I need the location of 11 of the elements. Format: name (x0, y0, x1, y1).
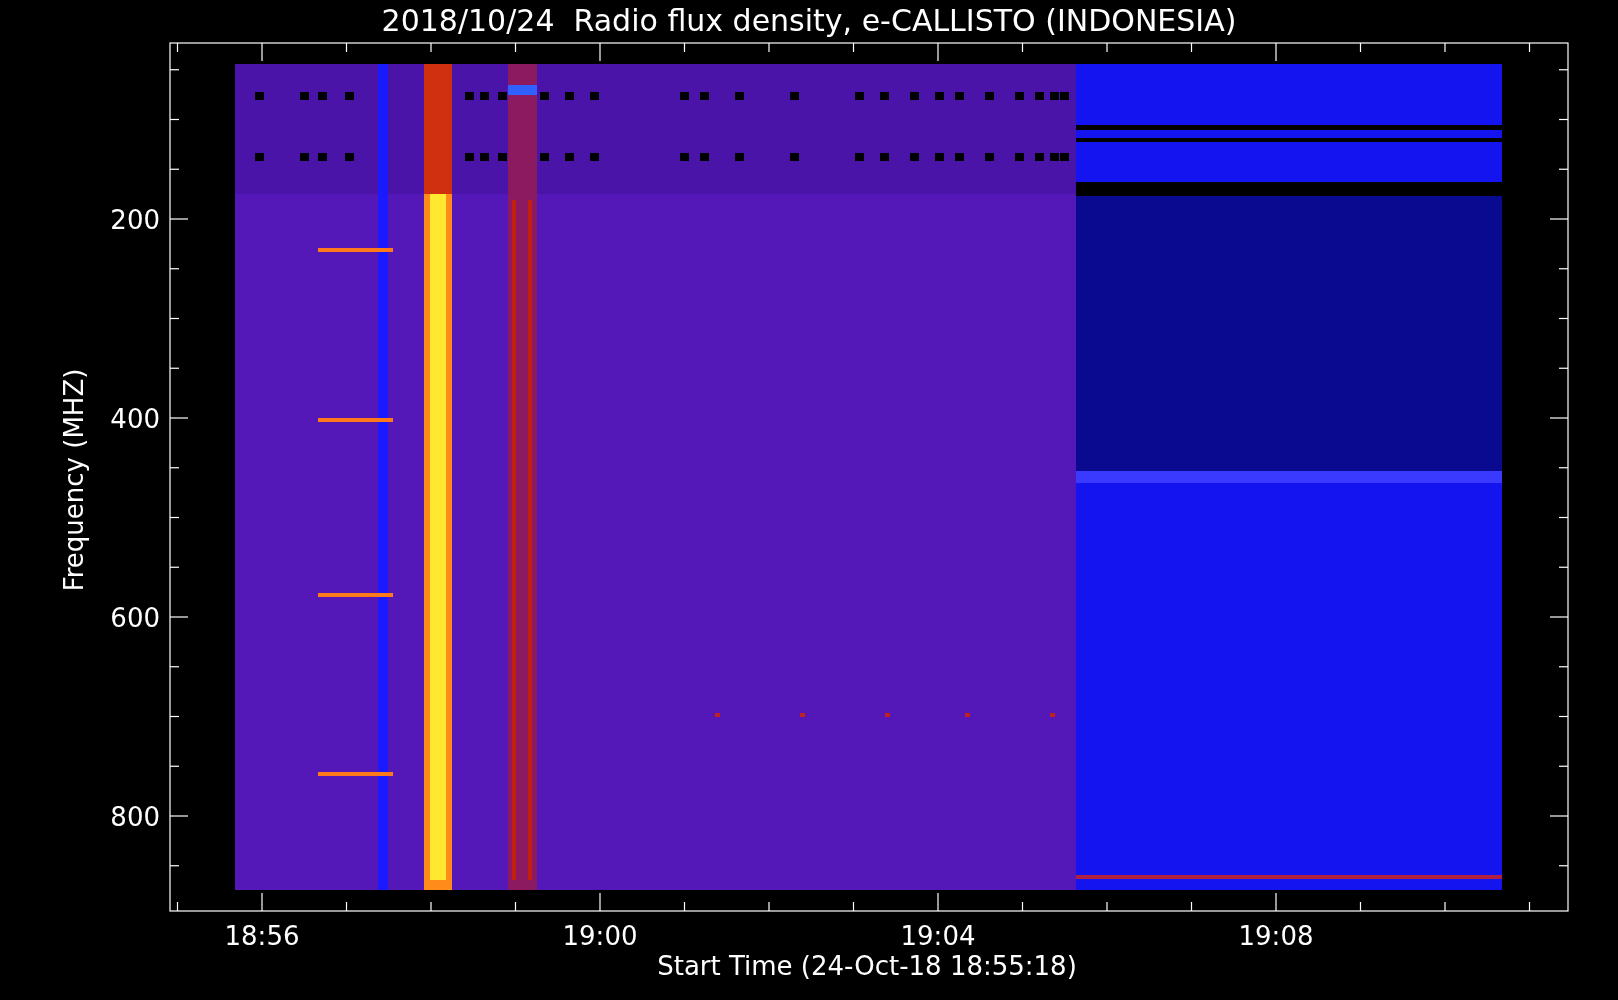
x-tick-label: 18:56 (224, 921, 300, 951)
x-tick-label: 19:04 (900, 921, 976, 951)
y-tick-label: 200 (110, 205, 160, 235)
y-tick-label: 400 (110, 404, 160, 434)
chart-title: 2018/10/24 Radio flux density, e-CALLISTO (INDONESIA) (381, 3, 1237, 38)
x-tick-label: 19:00 (562, 921, 638, 951)
x-axis-label: Start Time (24-Oct-18 18:55:18) (657, 951, 1077, 981)
y-tick-label: 800 (110, 802, 160, 832)
y-tick-label: 600 (110, 603, 160, 633)
x-tick-label: 19:08 (1238, 921, 1314, 951)
y-axis-label: Frequency (MHZ) (59, 368, 89, 592)
